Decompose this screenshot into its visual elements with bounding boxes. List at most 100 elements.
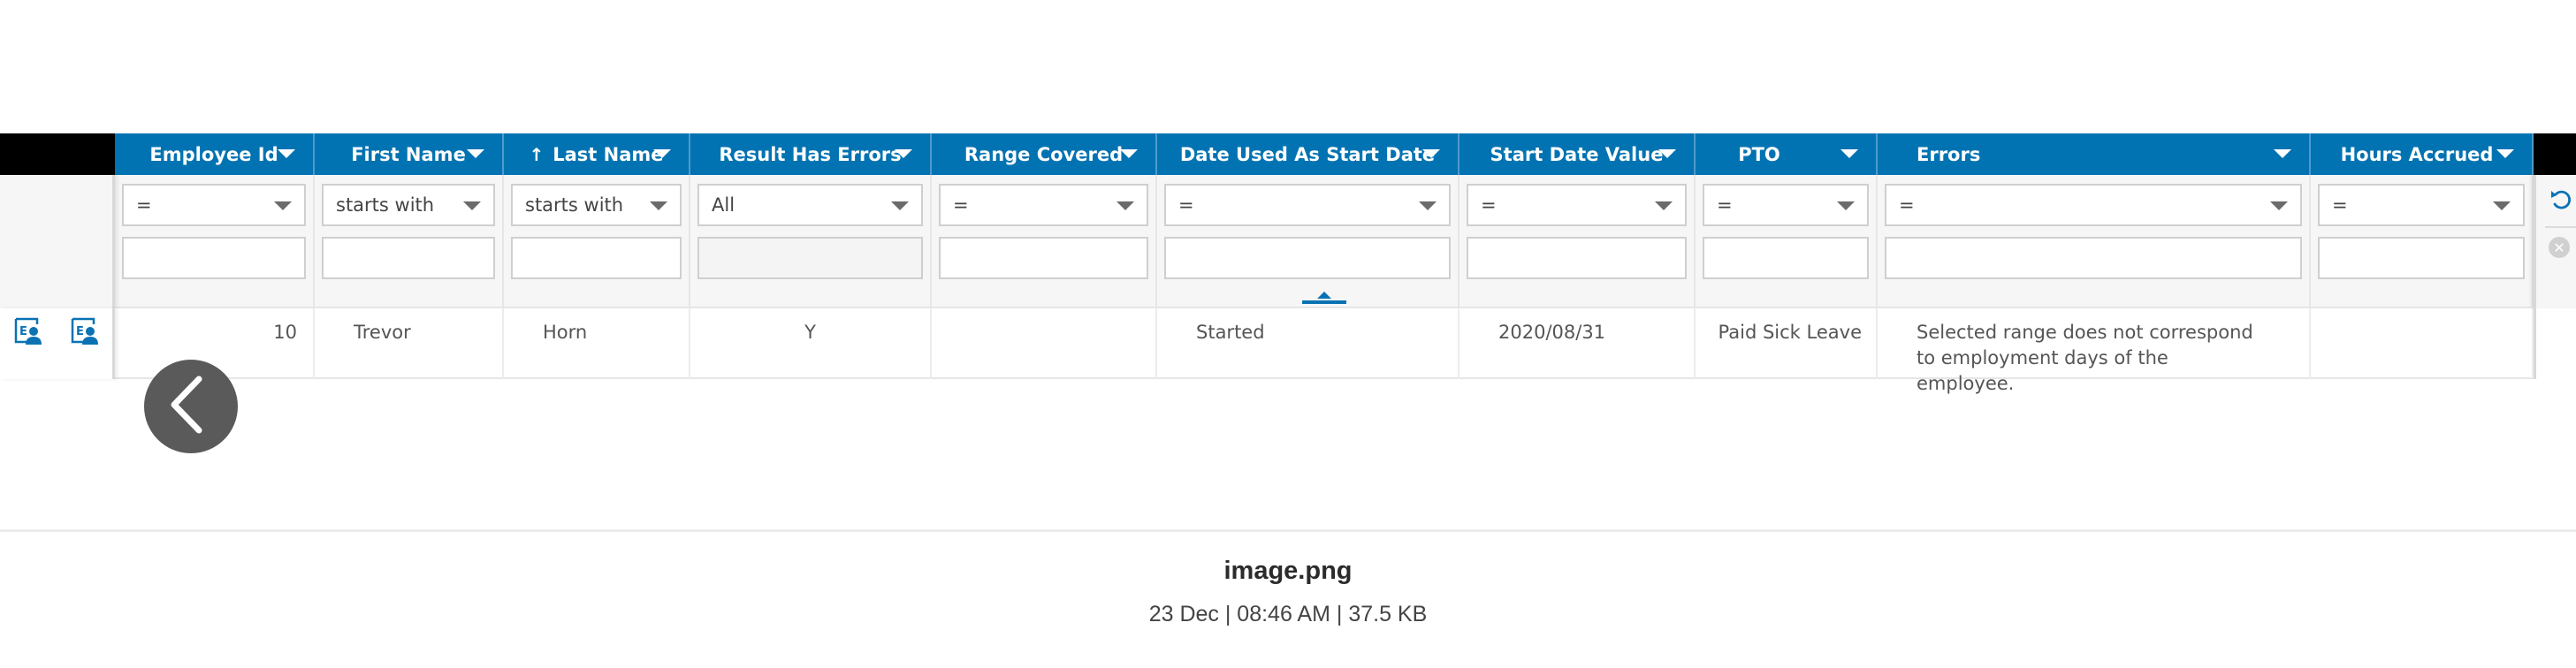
filter-cell-start-date-value: = — [1459, 175, 1696, 308]
column-header-label: Hours Accrued — [2340, 143, 2494, 165]
filter-value-input-disabled — [697, 237, 923, 279]
filter-cell-employee-id: = — [115, 175, 315, 308]
filter-operator-select[interactable]: starts with — [511, 184, 682, 226]
filter-operator-value: starts with — [336, 194, 435, 216]
column-header-label: PTO — [1738, 143, 1780, 165]
filter-row: = starts with starts with All = = = = = … — [0, 175, 2576, 308]
column-menu-icon[interactable] — [1120, 149, 1138, 158]
column-header-label: Start Date Value — [1490, 143, 1664, 165]
cell-start-date-value: 2020/08/31 — [1459, 308, 1696, 379]
column-menu-icon[interactable] — [467, 149, 484, 158]
chevron-down-icon — [2493, 201, 2511, 210]
cell-range-covered — [932, 308, 1157, 379]
column-header-pto[interactable]: PTO — [1696, 133, 1878, 175]
column-menu-icon[interactable] — [895, 149, 912, 158]
filter-operator-select[interactable]: = — [122, 184, 306, 226]
column-header-label: Errors — [1917, 143, 1981, 165]
employee-details-icon[interactable]: E — [71, 317, 99, 345]
column-header-label: Result Has Errors — [719, 143, 902, 165]
cell-first-name: Trevor — [315, 308, 504, 379]
grid-header-row: Employee Id First Name ↑ Last Name Resul… — [0, 133, 2576, 175]
chevron-down-icon — [650, 201, 667, 210]
divider — [2545, 226, 2576, 228]
filter-operator-value: = — [1899, 194, 1915, 216]
column-menu-icon[interactable] — [1422, 149, 1440, 158]
column-header-employee-id[interactable]: Employee Id — [115, 133, 315, 175]
chevron-down-icon — [1117, 201, 1134, 210]
back-button[interactable] — [144, 360, 238, 453]
column-menu-icon[interactable] — [1841, 149, 1858, 158]
filter-operator-select[interactable]: = — [2318, 184, 2525, 226]
filter-value-input[interactable] — [322, 237, 495, 279]
filter-operator-value: = — [1481, 194, 1497, 216]
chevron-down-icon — [1419, 201, 1437, 210]
filter-cell-range-covered: = — [932, 175, 1157, 308]
filter-value-input[interactable] — [1885, 237, 2302, 279]
filter-cell-pto: = — [1696, 175, 1878, 308]
filter-operator-value: = — [1178, 194, 1194, 216]
chevron-down-icon — [463, 201, 481, 210]
svg-text:E: E — [76, 325, 84, 338]
filter-row-right-gutter: ✕ — [2534, 175, 2576, 308]
filter-value-input[interactable] — [2318, 237, 2525, 279]
filter-operator-select[interactable]: = — [1703, 184, 1869, 226]
table-row[interactable]: E E 10 Trevor Horn Y Started 2020/08/31 … — [0, 308, 2576, 394]
chevron-down-icon — [274, 201, 292, 210]
filter-value-input[interactable] — [511, 237, 682, 279]
chevron-down-icon — [1837, 201, 1855, 210]
column-header-date-used-as-start-date[interactable]: Date Used As Start Date — [1157, 133, 1459, 175]
filter-value-input[interactable] — [939, 237, 1148, 279]
chevron-down-icon — [2270, 201, 2288, 210]
column-menu-icon[interactable] — [2496, 149, 2514, 158]
filter-cell-last-name: starts with — [504, 175, 690, 308]
collapse-filters-button[interactable] — [1302, 292, 1346, 304]
employee-details-icon[interactable]: E — [14, 317, 42, 345]
column-header-first-name[interactable]: First Name — [315, 133, 504, 175]
column-header-label: Last Name — [553, 143, 664, 165]
filter-operator-select[interactable]: = — [1467, 184, 1687, 226]
filter-operator-select[interactable]: = — [939, 184, 1148, 226]
collapse-up-icon — [1317, 292, 1331, 299]
chevron-left-icon — [171, 376, 202, 434]
filter-value-input[interactable] — [122, 237, 306, 279]
cell-errors: Selected range does not correspond to em… — [1878, 308, 2311, 394]
column-menu-icon[interactable] — [2274, 149, 2291, 158]
filter-operator-value: = — [136, 194, 152, 216]
filter-operator-value: starts with — [525, 194, 624, 216]
column-header-label: Range Covered — [964, 143, 1124, 165]
column-header-errors[interactable]: Errors — [1878, 133, 2311, 175]
row-right-gutter — [2534, 308, 2576, 379]
column-header-result-has-errors[interactable]: Result Has Errors — [690, 133, 932, 175]
cell-result-has-errors: Y — [690, 308, 932, 379]
data-grid: Employee Id First Name ↑ Last Name Resul… — [0, 133, 2576, 394]
filter-operator-select[interactable]: starts with — [322, 184, 495, 226]
sort-ascending-icon: ↑ — [529, 143, 545, 165]
filter-operator-select[interactable]: = — [1164, 184, 1451, 226]
chevron-down-icon — [891, 201, 909, 210]
column-header-last-name[interactable]: ↑ Last Name — [504, 133, 690, 175]
cell-date-used-as-start-date: Started — [1157, 308, 1459, 379]
filter-value-input[interactable] — [1164, 237, 1451, 279]
chevron-down-icon — [1655, 201, 1673, 210]
cell-pto: Paid Sick Leave — [1696, 308, 1878, 379]
viewer-divider — [0, 529, 2576, 532]
file-name: image.png — [1223, 557, 1353, 585]
filter-operator-select[interactable]: = — [1885, 184, 2302, 226]
reset-icon[interactable] — [2549, 187, 2573, 212]
filter-operator-select[interactable]: All — [697, 184, 923, 226]
column-menu-icon[interactable] — [1658, 149, 1676, 158]
column-header-label: First Name — [351, 143, 466, 165]
filter-operator-value: = — [2332, 194, 2348, 216]
clear-icon[interactable]: ✕ — [2549, 237, 2570, 258]
column-header-start-date-value[interactable]: Start Date Value — [1459, 133, 1696, 175]
column-menu-icon[interactable] — [653, 149, 671, 158]
column-header-range-covered[interactable]: Range Covered — [932, 133, 1157, 175]
filter-cell-errors: = — [1878, 175, 2311, 308]
column-header-label: Date Used As Start Date — [1179, 143, 1436, 165]
column-header-hours-accrued[interactable]: Hours Accrued — [2311, 133, 2534, 175]
column-menu-icon[interactable] — [278, 149, 295, 158]
filter-value-input[interactable] — [1703, 237, 1869, 279]
svg-text:E: E — [19, 325, 27, 338]
filter-value-input[interactable] — [1467, 237, 1687, 279]
file-meta: 23 Dec | 08:46 AM | 37.5 KB — [1148, 602, 1428, 626]
